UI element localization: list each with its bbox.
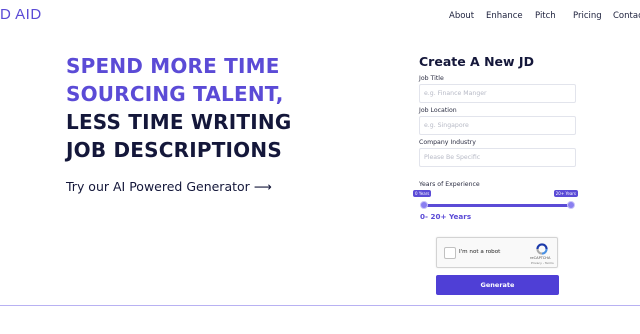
generate-button[interactable]: Generate — [436, 275, 559, 295]
recaptcha-logo-icon — [536, 243, 548, 255]
range-thumb-high[interactable] — [567, 201, 575, 209]
job-title-label: Job Title — [419, 75, 444, 82]
range-thumb-low[interactable] — [420, 201, 428, 209]
top-nav: About Enhance Pitch Pricing Contac — [0, 11, 640, 23]
recaptcha-brand: reCAPTCHA — [530, 256, 551, 260]
nav-link-enhance[interactable]: Enhance — [486, 11, 523, 21]
section-divider — [0, 305, 640, 306]
nav-link-pitch[interactable]: Pitch — [535, 11, 556, 21]
hero-line-1: SPEND MORE TIME — [66, 54, 280, 78]
recaptcha-terms-link[interactable]: Privacy - Terms — [531, 261, 554, 265]
nav-link-pricing[interactable]: Pricing — [573, 11, 602, 21]
nav-link-about[interactable]: About — [449, 11, 474, 21]
page: D AID About Enhance Pitch Pricing Contac… — [0, 0, 640, 334]
hero-headline: SPEND MORE TIME SOURCING TALENT, LESS TI… — [66, 52, 291, 164]
form-title: Create A New JD — [419, 54, 534, 69]
nav-link-contact[interactable]: Contac — [613, 11, 640, 21]
job-location-label: Job Location — [419, 107, 457, 114]
experience-label: Years of Experience — [419, 181, 480, 188]
job-location-input[interactable] — [419, 116, 576, 135]
hero-line-4: JOB DESCRIPTIONS — [66, 138, 282, 162]
recaptcha-widget: I'm not a robot reCAPTCHA Privacy - Term… — [436, 237, 558, 268]
captcha-label: I'm not a robot — [459, 249, 501, 255]
company-industry-label: Company Industry — [419, 139, 476, 146]
captcha-checkbox[interactable] — [444, 247, 456, 259]
range-min-tag: 0 Years — [413, 190, 432, 197]
create-jd-form: Create A New JD Job Title Job Location C… — [413, 54, 578, 295]
range-track[interactable] — [424, 204, 571, 207]
company-industry-input[interactable] — [419, 148, 576, 167]
hero-line-2: SOURCING TALENT, — [66, 82, 284, 106]
range-max-tag: 20+ Years — [553, 190, 578, 197]
hero-tagline-link[interactable]: Try our AI Powered Generator ⟶ — [66, 179, 272, 194]
experience-value: 0- 20+ Years — [420, 212, 472, 221]
hero-line-3: LESS TIME WRITING — [66, 110, 292, 134]
job-title-input[interactable] — [419, 84, 576, 103]
